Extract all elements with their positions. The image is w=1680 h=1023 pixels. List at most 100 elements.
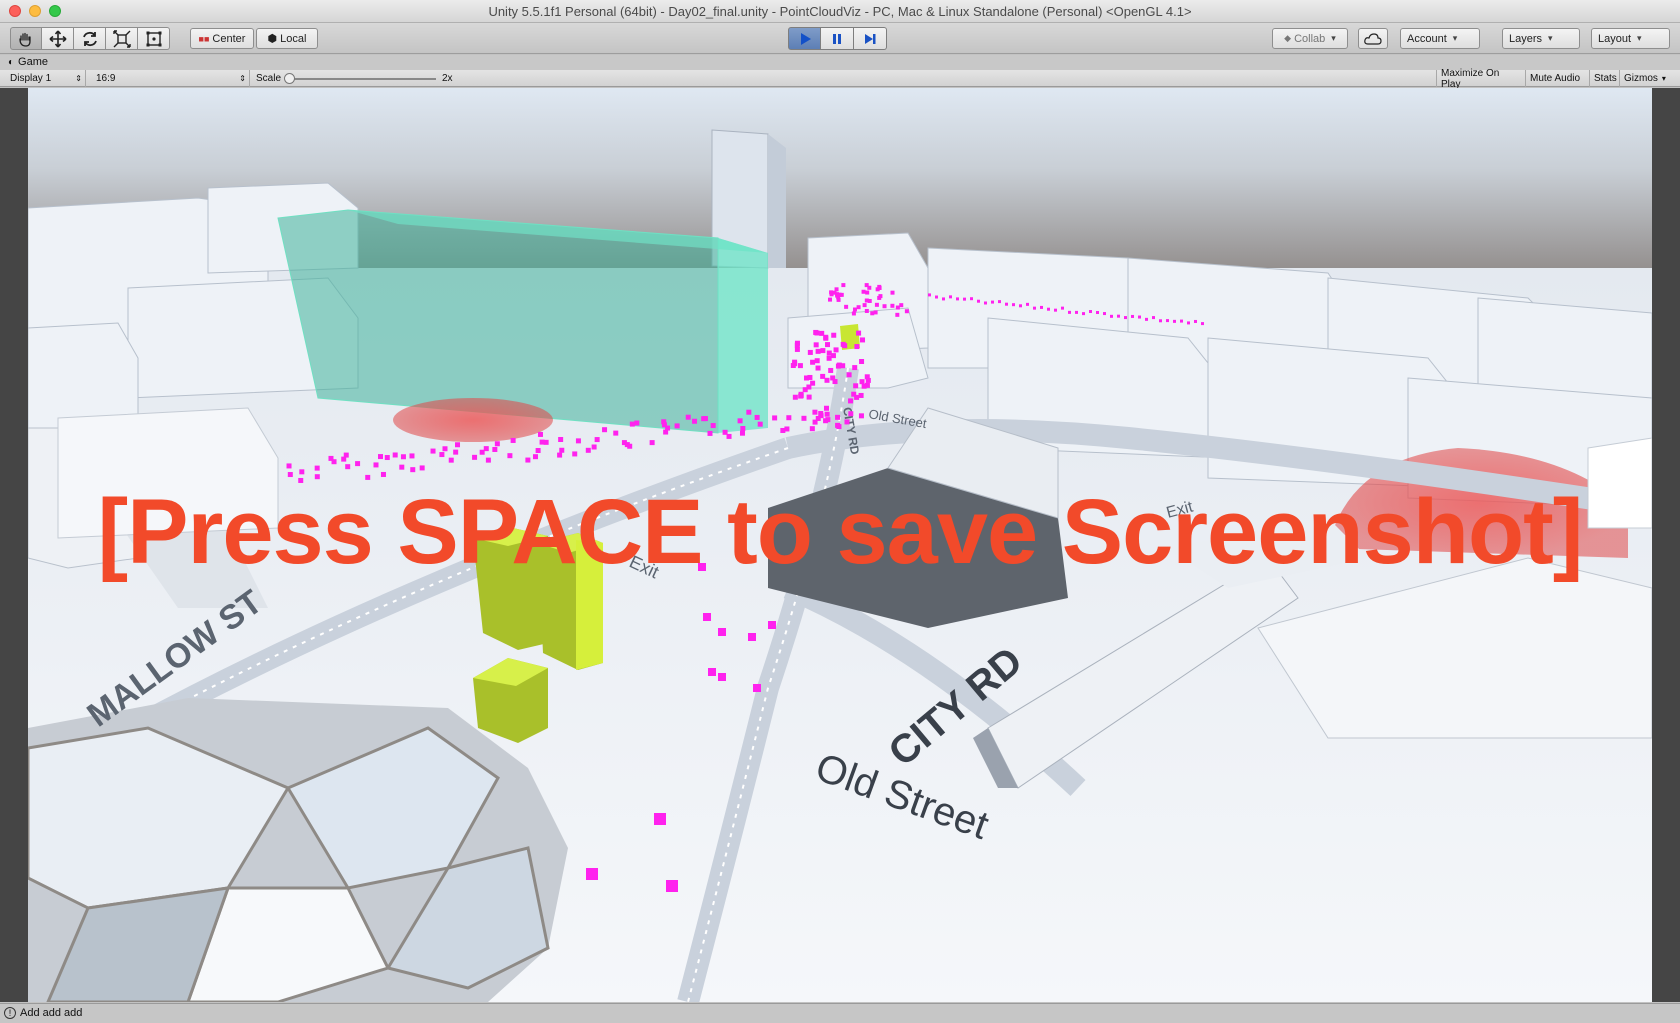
point-cloud-point [674, 423, 680, 429]
point-cloud-point [858, 392, 864, 398]
point-cloud-point [1187, 321, 1190, 325]
point-cloud-point [665, 425, 671, 431]
pause-button[interactable] [821, 27, 854, 50]
rotate-icon [82, 31, 97, 46]
point-cloud-point [836, 362, 842, 368]
step-button[interactable] [854, 27, 887, 50]
point-cloud-point [963, 297, 966, 301]
maximize-on-play-toggle[interactable]: Maximize On Play [1436, 67, 1526, 90]
game-view[interactable]: MALLOW ST Old Street CITY RD Exit CITY R… [0, 88, 1680, 1002]
point-cloud-point [1075, 310, 1078, 314]
point-cloud-point [442, 446, 448, 452]
hand-tool-button[interactable] [10, 27, 42, 50]
point-cloud-point [814, 358, 820, 364]
play-icon [800, 32, 811, 45]
point-cloud-point [472, 454, 478, 460]
scale-slider-handle[interactable] [284, 73, 295, 84]
point-cloud-point [718, 673, 726, 681]
point-cloud-point [877, 295, 882, 300]
display-select[interactable]: Display 1 [6, 70, 86, 87]
point-cloud-point [409, 453, 415, 459]
pivot-center-button[interactable]: ■■ Center [190, 28, 254, 49]
maximize-label: Maximize On Play [1441, 67, 1500, 90]
faceted-dome-building [28, 698, 568, 1002]
point-cloud-point [870, 311, 875, 316]
point-cloud-point [852, 307, 857, 312]
point-cloud-point [572, 451, 578, 457]
stats-toggle[interactable]: Stats [1590, 70, 1620, 87]
pivot-space-button[interactable]: ⬢ Local [256, 28, 318, 49]
point-cloud-point [842, 343, 848, 349]
point-cloud-point [1159, 319, 1162, 323]
point-cloud-point [439, 452, 445, 458]
play-button[interactable] [788, 27, 821, 50]
point-cloud-point [828, 367, 834, 373]
scale-tool-button[interactable] [106, 27, 138, 50]
collab-dropdown[interactable]: ◆ Collab [1272, 28, 1348, 49]
point-cloud-point [710, 423, 716, 429]
point-cloud-point [792, 394, 798, 400]
point-cloud-point [286, 463, 292, 469]
layers-dropdown[interactable]: Layers [1502, 28, 1580, 49]
pause-icon [833, 33, 841, 44]
point-cloud-point [707, 430, 713, 436]
move-tool-button[interactable] [42, 27, 74, 50]
layers-label: Layers [1509, 32, 1543, 45]
collab-label: Collab [1294, 32, 1326, 45]
rendered-scene[interactable]: MALLOW ST Old Street CITY RD Exit CITY R… [28, 88, 1652, 1002]
account-dropdown[interactable]: Account [1400, 28, 1480, 49]
point-cloud-point [949, 295, 952, 299]
point-cloud-point [874, 302, 879, 307]
gizmos-dropdown[interactable]: Gizmos ▾ [1620, 70, 1680, 87]
point-cloud-point [844, 419, 850, 425]
title-bar: Unity 5.5.1f1 Personal (64bit) - Day02_f… [0, 0, 1680, 23]
point-cloud-point [1047, 307, 1050, 311]
point-cloud-point [865, 290, 870, 295]
mute-audio-toggle[interactable]: Mute Audio [1526, 70, 1590, 87]
space-label: Local [280, 32, 307, 45]
point-cloud-point [380, 471, 386, 477]
game-tab[interactable]: ◐ Game [8, 56, 48, 68]
point-cloud-point [823, 405, 829, 411]
playback-controls [788, 27, 887, 50]
point-cloud-point [510, 437, 516, 443]
point-cloud-point [825, 342, 831, 348]
point-cloud-point [485, 457, 491, 463]
point-cloud-point [786, 415, 792, 421]
rect-tool-button[interactable] [138, 27, 170, 50]
point-cloud-point [984, 301, 987, 305]
point-cloud-point [525, 457, 531, 463]
point-cloud-point [807, 374, 813, 380]
aspect-select[interactable]: 16:9 [92, 70, 250, 87]
layout-dropdown[interactable]: Layout [1591, 28, 1670, 49]
point-cloud-point [299, 469, 305, 475]
point-cloud-point [703, 613, 711, 621]
console-status-message[interactable]: Add add add [20, 1007, 82, 1019]
point-cloud-point [819, 330, 825, 336]
cloud-button[interactable] [1358, 28, 1388, 49]
scale-slider-track[interactable] [290, 78, 436, 80]
point-cloud-point [410, 467, 416, 473]
point-cloud-point [1068, 310, 1071, 314]
point-cloud-point [848, 411, 854, 417]
point-cloud-point [739, 430, 745, 436]
point-cloud-point [1019, 304, 1022, 308]
point-cloud-point [852, 365, 858, 371]
point-cloud-point [818, 411, 824, 417]
point-cloud-point [1040, 305, 1043, 309]
point-cloud-point [830, 375, 836, 381]
rotate-tool-button[interactable] [74, 27, 106, 50]
point-cloud-point [1103, 312, 1106, 316]
point-cloud-point [634, 420, 640, 426]
point-cloud-point [661, 419, 667, 425]
layout-label: Layout [1598, 32, 1632, 45]
gizmos-arrow-icon: ▾ [1661, 74, 1666, 83]
point-cloud-point [864, 374, 870, 380]
point-cloud-point [998, 300, 1001, 304]
point-cloud-point [864, 298, 869, 303]
point-cloud-point [1096, 311, 1099, 315]
point-cloud-point [685, 414, 691, 420]
point-cloud-point [812, 409, 818, 415]
point-cloud-point [846, 372, 852, 378]
point-cloud-point [815, 365, 821, 371]
